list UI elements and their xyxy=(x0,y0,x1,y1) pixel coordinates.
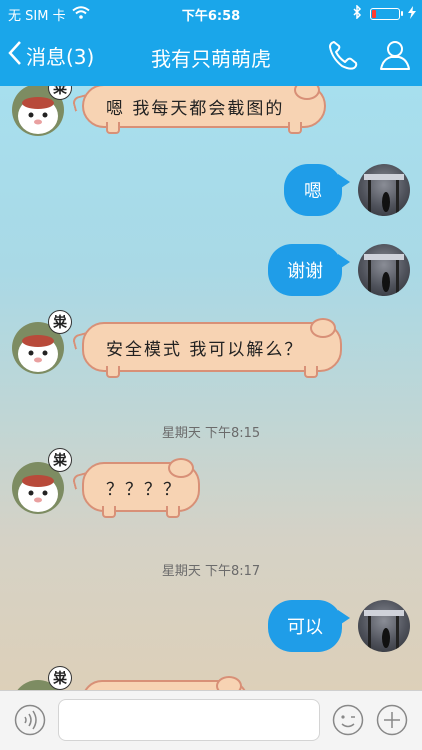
my-avatar[interactable] xyxy=(358,164,410,216)
message-received: 粜 ？？？？ xyxy=(0,448,422,526)
my-avatar[interactable] xyxy=(358,600,410,652)
message-sent: 可以 xyxy=(0,600,422,656)
status-bar: 无 SIM 卡 下午6:58 xyxy=(0,0,422,26)
status-right xyxy=(353,4,416,23)
message-text: 嗯 xyxy=(304,181,322,202)
timestamp: 星期天 下午8:17 xyxy=(161,564,261,579)
message-text: 可以 xyxy=(287,617,323,638)
contact-badge-icon: 粜 xyxy=(48,448,72,472)
message-bubble[interactable]: 可以 xyxy=(268,600,350,652)
add-icon[interactable] xyxy=(376,704,408,736)
input-bar xyxy=(0,690,422,750)
contact-badge-icon: 粜 xyxy=(48,310,72,334)
message-received: 粜 安全模式 我可以解么？ xyxy=(0,308,422,386)
chat-area[interactable]: 粜 嗯 我每天都会截图的 嗯 谢谢 粜 安全模式 我可以解么？ 星期天 下午8:… xyxy=(0,86,422,690)
bluetooth-icon xyxy=(353,4,362,23)
message-sent: 谢谢 xyxy=(0,244,422,300)
top-bar: 无 SIM 卡 下午6:58 消息(3) 我有只萌萌虎 xyxy=(0,0,422,86)
message-text: 安全模式 我可以解么？ xyxy=(106,339,304,360)
message-bubble[interactable] xyxy=(82,676,248,690)
message-text: ？？？？ xyxy=(106,479,182,500)
message-received: 粜 xyxy=(0,666,422,690)
contact-badge-icon: 粜 xyxy=(48,666,72,690)
voice-icon[interactable] xyxy=(14,704,46,736)
charging-icon xyxy=(408,5,416,23)
phone-icon[interactable] xyxy=(326,38,360,72)
message-received: 粜 嗯 我每天都会截图的 xyxy=(0,86,422,140)
message-input[interactable] xyxy=(58,699,320,741)
message-bubble[interactable]: ？？？？ xyxy=(71,458,200,518)
battery-icon xyxy=(370,8,403,20)
message-text: 嗯 我每天都会截图的 xyxy=(106,98,285,119)
message-bubble[interactable]: 安全模式 我可以解么？ xyxy=(71,318,342,378)
battery-level xyxy=(372,10,376,18)
profile-icon[interactable] xyxy=(378,38,412,72)
message-sent: 嗯 xyxy=(0,164,422,220)
message-bubble[interactable]: 谢谢 xyxy=(268,244,350,296)
message-bubble[interactable]: 嗯 我每天都会截图的 xyxy=(71,86,326,134)
my-avatar[interactable] xyxy=(358,244,410,296)
timestamp: 星期天 下午8:15 xyxy=(161,426,261,441)
message-text: 谢谢 xyxy=(287,261,323,282)
emoji-icon[interactable] xyxy=(332,704,364,736)
navigation-bar: 消息(3) 我有只萌萌虎 xyxy=(0,26,422,86)
message-bubble[interactable]: 嗯 xyxy=(284,164,350,216)
